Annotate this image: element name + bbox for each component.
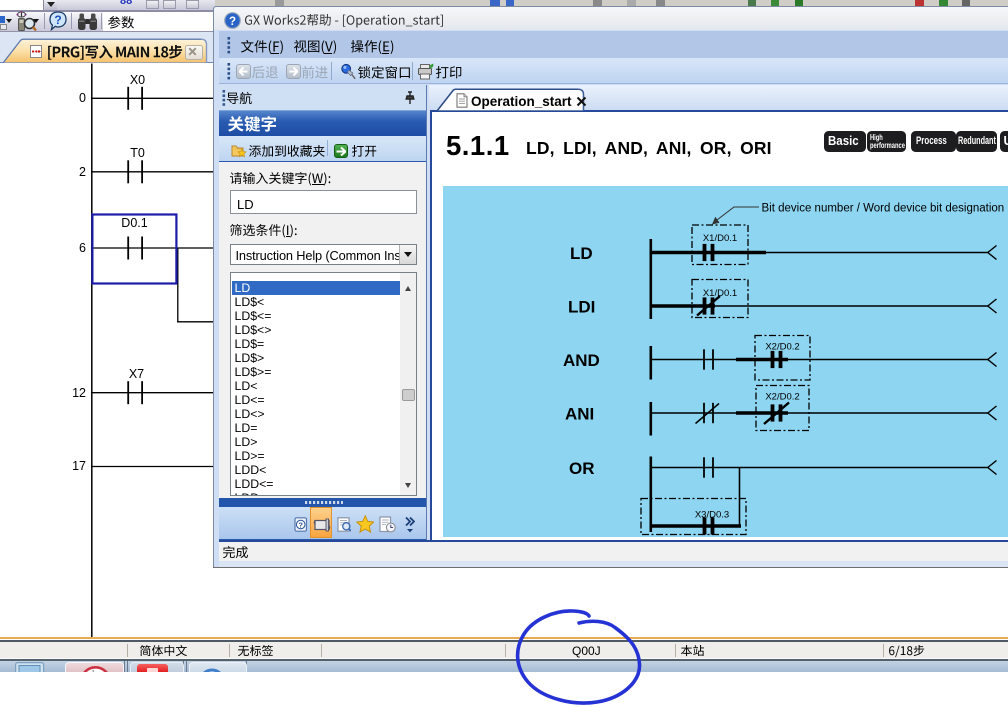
svg-text:LD: LD [570,244,593,263]
svg-text:ANI: ANI [565,404,594,423]
svg-text:X3/D0.3: X3/D0.3 [695,509,729,520]
svg-text:OR: OR [569,459,595,478]
svg-text:X1/D0.1: X1/D0.1 [703,233,737,244]
svg-text:?: ? [228,16,235,28]
svg-text:X2/D0.2: X2/D0.2 [765,341,799,352]
svg-text:X2/D0.2: X2/D0.2 [765,391,799,402]
svg-text:LDI: LDI [568,297,595,316]
svg-text:?: ? [298,520,303,529]
svg-text:Bit device number / Word devic: Bit device number / Word device bit desi… [762,202,1008,214]
svg-text:AND: AND [563,351,600,370]
svg-text:?: ? [54,13,61,27]
svg-text:X1/D0.1: X1/D0.1 [703,288,737,299]
